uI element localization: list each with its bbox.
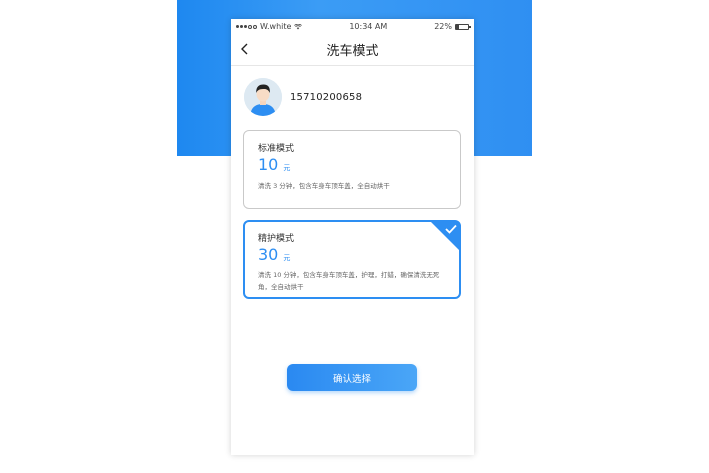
mode-description: 清洗 10 分钟，包含车身车顶车盖，护理，打蜡，确保清洗无死角，全自动烘干 [258,271,440,291]
phone-screen: W.white 10:34 AM 22% 洗车模式 15710200658 标准… [231,19,474,455]
mode-price: 10 元 [258,155,290,174]
mode-card-standard[interactable]: 标准模式 10 元 清洗 3 分钟，包含车身车顶车盖，全自动烘干 [243,130,461,209]
status-bar: W.white 10:34 AM 22% [231,19,474,34]
mode-card-premium[interactable]: 精护模式 30 元 清洗 10 分钟，包含车身车顶车盖，护理，打蜡，确保清洗无死… [243,220,461,299]
selected-corner [430,221,460,251]
chevron-left-icon[interactable] [240,43,250,55]
user-phone: 15710200658 [290,91,363,103]
confirm-button[interactable]: 确认选择 [287,364,417,391]
status-left: W.white [236,22,303,31]
page-title: 洗车模式 [326,44,379,59]
signal-dots-icon [236,24,257,29]
battery-icon [454,23,471,30]
mode-name: 标准模式 [258,144,295,154]
status-time: 10:34 AM [349,22,388,31]
carrier-label: W.white [260,22,292,31]
user-info: 15710200658 [231,66,474,118]
battery-percent: 22% [434,22,452,31]
status-right: 22% [434,22,471,31]
wifi-icon [294,23,303,29]
mode-description: 清洗 3 分钟，包含车身车顶车盖，全自动烘干 [258,182,390,190]
mode-price: 30 元 [258,245,290,264]
price-unit: 元 [283,254,291,262]
price-unit: 元 [283,164,291,172]
checkmark-icon [445,224,457,234]
price-value: 10 [258,155,279,174]
price-value: 30 [258,245,279,264]
user-avatar-icon [244,78,282,116]
mode-name: 精护模式 [258,234,295,244]
nav-bar: 洗车模式 [231,34,474,66]
